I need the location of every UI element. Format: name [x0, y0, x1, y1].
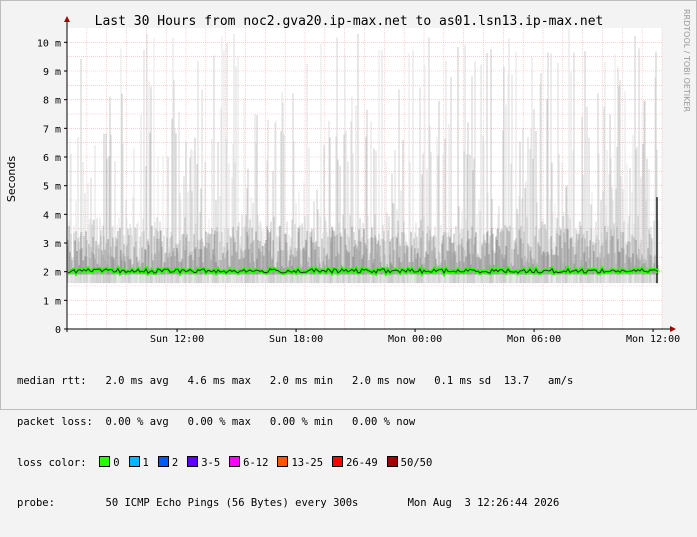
packet-loss-row: packet loss: 0.00 % avg 0.00 % max 0.00 … — [17, 415, 416, 428]
loss-color-label: loss color: — [17, 457, 87, 469]
probe-date: Mon Aug 3 12:26:44 2026 — [407, 496, 560, 509]
x-axis-arrow — [670, 326, 676, 332]
loss-legend-swatch — [332, 456, 344, 467]
y-tick-label: 8 m — [43, 96, 61, 107]
y-tick-labels: 0 1 m 2 m 3 m 4 m 5 m 6 m 7 m 8 m 9 m 10 m — [37, 38, 67, 336]
loss-legend-item: 0 — [99, 456, 120, 469]
median-rtt-row: median rtt: 2.0 ms avg 4.6 ms max 2.0 ms… — [17, 375, 574, 387]
y-tick-label: 3 m — [43, 239, 61, 250]
probe-info: probe: 50 ICMP Echo Pings (56 Bytes) eve… — [17, 496, 359, 509]
loss-legend-item: 26-49 — [332, 456, 378, 469]
rrdtool-credit: RRDTOOL / TOBI OETIKER — [682, 9, 691, 112]
loss-legend-swatch — [187, 456, 199, 467]
y-tick-label: 6 m — [43, 153, 61, 164]
chart-title: Last 30 Hours from noc2.gva20.ip-max.net… — [95, 14, 604, 29]
x-tick-label: Mon 00:00 — [388, 334, 442, 345]
x-tick-label: Sun 18:00 — [269, 334, 323, 345]
loss-color-row: loss color: 0 1 2 3-5 6-12 13-25 26-49 50/50 — [17, 456, 573, 470]
x-tick-label: Mon 06:00 — [507, 334, 561, 345]
loss-legend-swatch — [386, 456, 398, 467]
loss-legend-label: 3-5 — [201, 457, 221, 469]
loss-legend-label: 13-25 — [291, 457, 324, 469]
loss-legend-item: 13-25 — [277, 456, 324, 469]
y-tick-label: 4 m — [43, 210, 61, 221]
loss-legend-item: 6-12 — [229, 456, 269, 469]
x-tick-label: Sun 12:00 — [150, 334, 204, 345]
loss-legend-label: 0 — [113, 457, 120, 469]
loss-legend-label: 2 — [171, 457, 179, 469]
loss-legend-swatch — [277, 456, 289, 467]
x-tick-labels: Sun 12:00 Sun 18:00 Mon 00:00 Mon 06:00 Mon … — [150, 329, 680, 345]
loss-legend-label: 26-49 — [346, 457, 378, 469]
loss-legend-item: 50/50 — [386, 456, 433, 469]
y-tick-label: 7 m — [43, 124, 61, 135]
loss-legend-item: 3-5 — [187, 456, 221, 469]
loss-legend-swatch — [128, 456, 140, 467]
probe-row: probe: 50 ICMP Echo Pings (56 Bytes) eve… — [17, 497, 573, 511]
loss-legend-label: 6-12 — [243, 457, 269, 469]
loss-color-legend: 0 1 2 3-5 6-12 13-25 26-49 50/50 — [99, 456, 441, 469]
y-tick-label: 1 m — [43, 296, 61, 307]
loss-legend-swatch — [229, 456, 241, 467]
loss-legend-swatch — [99, 456, 111, 467]
loss-legend-item: 2 — [157, 456, 179, 469]
loss-legend-label: 1 — [142, 457, 149, 469]
y-tick-label: 0 — [55, 325, 61, 336]
smokeping-graph: Last 30 Hours from noc2.gva20.ip-max.net… — [0, 0, 697, 509]
rtt-chart: Last 30 Hours from noc2.gva20.ip-max.net… — [5, 9, 691, 345]
statistics-block: median rtt: 2.0 ms avg 4.6 ms max 2.0 ms… — [17, 348, 573, 537]
x-tick-label: Mon 12:00 — [626, 334, 680, 345]
y-tick-label: 2 m — [43, 268, 61, 279]
y-tick-label: 5 m — [43, 182, 61, 193]
y-tick-label: 10 m — [37, 38, 61, 49]
loss-legend-swatch — [157, 456, 169, 467]
y-tick-label: 9 m — [43, 67, 61, 78]
loss-legend-item: 1 — [128, 456, 149, 469]
loss-legend-label: 50/50 — [400, 457, 433, 469]
y-axis-arrow — [64, 16, 70, 22]
y-axis-label: Seconds — [5, 156, 18, 202]
